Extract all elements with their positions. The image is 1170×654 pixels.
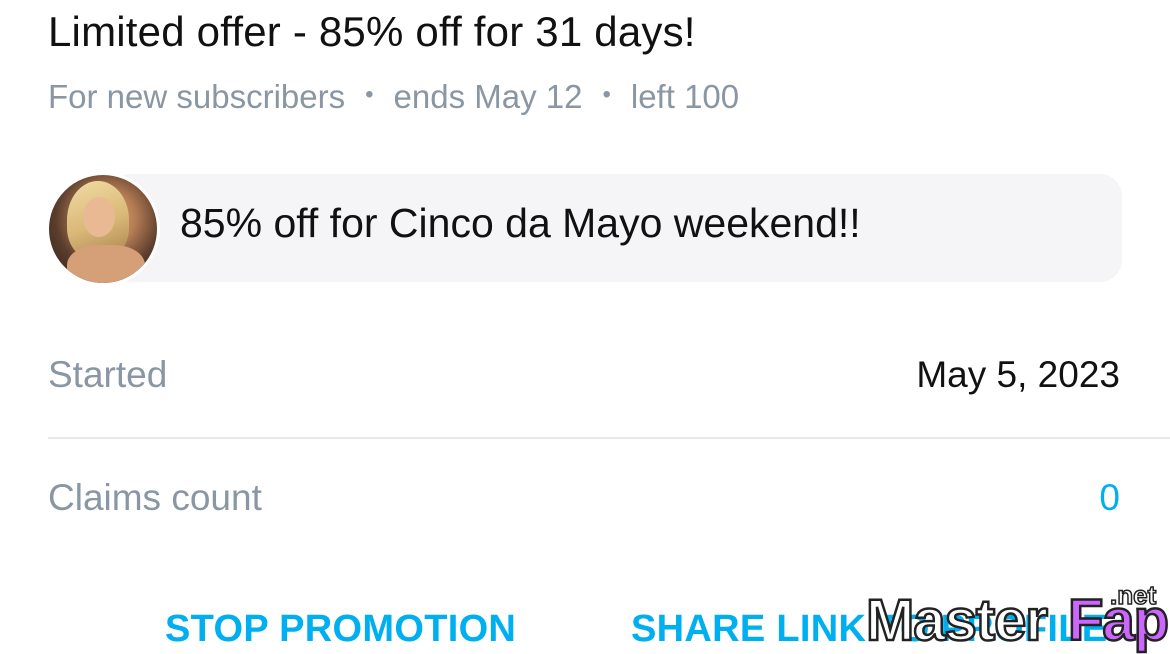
started-label: Started (48, 354, 168, 395)
divider (48, 437, 1170, 439)
started-value: May 5, 2023 (916, 354, 1120, 395)
meta-separator: • (602, 81, 611, 108)
offer-remaining: left 100 (630, 78, 740, 115)
message-text: 85% off for Cinco da Mayo weekend!! (180, 200, 861, 246)
avatar[interactable] (48, 174, 158, 284)
claims-label: Claims count (48, 477, 262, 518)
offer-audience: For new subscribers (48, 78, 346, 115)
meta-separator: • (365, 81, 374, 108)
svg-text:.net: .net (1110, 580, 1157, 610)
stop-promotion-button[interactable]: STOP PROMOTION (165, 608, 516, 651)
promotion-card: Limited offer - 85% off for 31 days! For… (0, 0, 1170, 654)
offer-meta: For new subscribers • ends May 12 • left… (48, 78, 739, 116)
offer-end-date: ends May 12 (393, 78, 583, 115)
promotion-message: 85% off for Cinco da Mayo weekend!! (48, 174, 1122, 284)
offer-title: Limited offer - 85% off for 31 days! (48, 8, 696, 55)
claims-value[interactable]: 0 (1099, 477, 1120, 519)
svg-text:Master: Master (866, 588, 1047, 653)
claims-row: Claims count 0 (48, 477, 1120, 537)
started-row: Started May 5, 2023 (48, 354, 1120, 414)
watermark-logo: Master Fap .net (866, 580, 1170, 654)
